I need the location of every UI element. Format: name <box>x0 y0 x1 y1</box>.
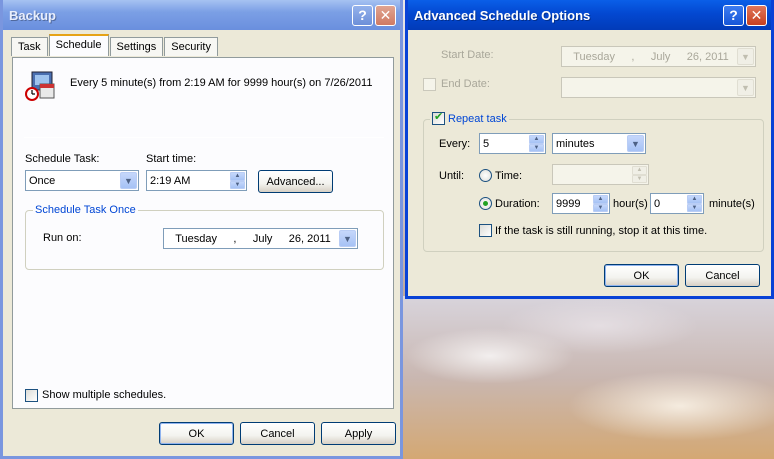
start-date-month: July <box>650 50 671 63</box>
backup-title: Backup <box>9 7 56 23</box>
duration-hours-spinner[interactable]: 9999 ▲ ▼ <box>552 193 610 214</box>
duration-minutes-value: 0 <box>654 197 661 210</box>
start-date-date: 26, 2011 <box>686 50 729 63</box>
run-on-date: 26, 2011 <box>288 232 331 245</box>
tab-security[interactable]: Security <box>164 37 218 56</box>
stop-task-checkbox[interactable] <box>479 224 492 237</box>
ok-button[interactable]: OK <box>159 422 234 445</box>
every-spin-buttons[interactable]: ▲ ▼ <box>529 135 544 152</box>
spin-down-icon[interactable]: ▼ <box>632 174 647 183</box>
chevron-down-icon[interactable]: ▼ <box>120 172 137 189</box>
hours-label: hour(s) <box>613 198 648 210</box>
scheduled-task-icon <box>24 70 56 102</box>
start-time-spin-buttons[interactable]: ▲ ▼ <box>230 172 245 189</box>
start-time-spinner[interactable]: 2:19 AM ▲ ▼ <box>146 170 247 191</box>
repeat-task-group: Repeat task Every: 5 ▲▼ minutes ▼ Until:… <box>423 110 764 252</box>
desktop-wallpaper <box>400 296 774 459</box>
spin-up-icon[interactable]: ▲ <box>593 195 608 204</box>
start-date-picker[interactable]: Tuesday , July 26, 2011 ▼ <box>561 46 756 67</box>
apply-button[interactable]: Apply <box>321 422 396 445</box>
time-label: Time: <box>495 170 523 182</box>
every-label: Every: <box>439 138 471 150</box>
until-label: Until: <box>439 170 465 182</box>
schedule-task-label: Schedule Task: <box>25 153 100 165</box>
end-date-checkbox[interactable] <box>423 78 436 91</box>
duration-label: Duration: <box>495 198 540 210</box>
duration-hours-spin-buttons[interactable]: ▲ ▼ <box>593 195 608 212</box>
until-time-spinner[interactable]: ▲ ▼ <box>552 164 649 185</box>
stop-task-label: If the task is still running, stop it at… <box>495 225 708 237</box>
calendar-dropdown-icon[interactable]: ▼ <box>339 230 356 247</box>
close-icon[interactable]: ✕ <box>746 4 767 26</box>
schedule-summary: Every 5 minute(s) from 2:19 AM for 9999 … <box>70 77 373 89</box>
every-unit-value: minutes <box>556 137 595 150</box>
advanced-titlebar[interactable]: Advanced Schedule Options ? ✕ <box>408 0 771 30</box>
tab-settings[interactable]: Settings <box>109 37 164 56</box>
every-unit-select[interactable]: minutes ▼ <box>552 133 646 154</box>
spin-down-icon[interactable]: ▼ <box>687 203 702 212</box>
show-multiple-label: Show multiple schedules. <box>42 389 167 401</box>
schedule-task-select[interactable]: Once ▼ <box>25 170 139 191</box>
start-date-label: Start Date: <box>441 49 494 61</box>
every-value: 5 <box>483 137 490 150</box>
end-date-label: End Date: <box>441 78 490 90</box>
duration-minutes-spin-buttons[interactable]: ▲ ▼ <box>687 195 702 212</box>
show-multiple-checkbox[interactable] <box>25 389 38 402</box>
advanced-schedule-window: Advanced Schedule Options ? ✕ Start Date… <box>405 0 774 299</box>
chevron-down-icon[interactable]: ▼ <box>627 135 644 152</box>
every-spinner[interactable]: 5 ▲ ▼ <box>479 133 546 154</box>
duration-hours-value: 9999 <box>556 197 581 210</box>
repeat-task-legend: Repeat task <box>430 110 509 125</box>
repeat-task-checkbox[interactable] <box>432 110 445 125</box>
cancel-button[interactable]: Cancel <box>240 422 315 445</box>
advanced-button[interactable]: Advanced... <box>258 170 333 193</box>
close-icon[interactable]: ✕ <box>375 4 396 26</box>
tab-task[interactable]: Task <box>11 37 48 56</box>
schedule-once-title: Schedule Task Once <box>33 204 138 216</box>
spin-down-icon[interactable]: ▼ <box>593 203 608 212</box>
run-on-date-picker[interactable]: Tuesday , July 26, 2011 ▼ <box>163 228 358 249</box>
start-date-day: Tuesday <box>573 50 615 63</box>
divider <box>24 137 384 138</box>
spin-up-icon[interactable]: ▲ <box>687 195 702 204</box>
schedule-once-group: Schedule Task Once Run on: Tuesday , Jul… <box>25 204 384 270</box>
end-date-picker[interactable]: ▼ <box>561 77 756 98</box>
spin-up-icon[interactable]: ▲ <box>632 166 647 175</box>
spin-up-icon[interactable]: ▲ <box>230 172 245 181</box>
run-on-label: Run on: <box>43 232 82 244</box>
run-on-sep: , <box>233 232 237 245</box>
start-date-sep: , <box>631 50 635 63</box>
start-time-value: 2:19 AM <box>150 174 191 187</box>
tab-bar: Task Schedule Settings Security <box>11 34 219 56</box>
calendar-dropdown-icon[interactable]: ▼ <box>737 79 754 96</box>
cancel-button[interactable]: Cancel <box>685 264 760 287</box>
until-time-spin-buttons[interactable]: ▲ ▼ <box>632 166 647 183</box>
run-on-day: Tuesday <box>175 232 217 245</box>
spin-down-icon[interactable]: ▼ <box>230 180 245 189</box>
advanced-title: Advanced Schedule Options <box>414 7 591 23</box>
run-on-month: July <box>252 232 273 245</box>
backup-titlebar[interactable]: Backup ? ✕ <box>3 0 400 30</box>
help-icon[interactable]: ? <box>723 4 744 26</box>
backup-window: Backup ? ✕ Task Schedule Settings Securi… <box>0 0 403 459</box>
repeat-task-label: Repeat task <box>448 112 507 125</box>
start-time-label: Start time: <box>146 153 197 165</box>
duration-minutes-spinner[interactable]: 0 ▲ ▼ <box>650 193 704 214</box>
schedule-task-value: Once <box>29 174 56 187</box>
tab-schedule[interactable]: Schedule <box>48 34 109 56</box>
spin-up-icon[interactable]: ▲ <box>529 135 544 144</box>
minutes-label: minute(s) <box>709 198 755 210</box>
duration-radio[interactable] <box>479 197 492 210</box>
time-radio[interactable] <box>479 169 492 182</box>
schedule-panel: Every 5 minute(s) from 2:19 AM for 9999 … <box>12 57 394 409</box>
ok-button[interactable]: OK <box>604 264 679 287</box>
spin-down-icon[interactable]: ▼ <box>529 143 544 152</box>
help-icon[interactable]: ? <box>352 4 373 26</box>
calendar-dropdown-icon[interactable]: ▼ <box>737 48 754 65</box>
